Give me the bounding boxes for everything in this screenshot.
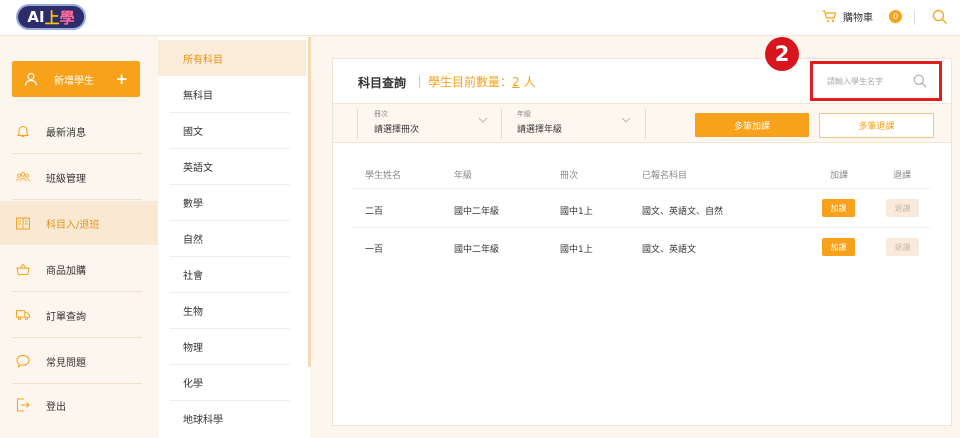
subject-item[interactable]: 英語文: [158, 148, 306, 184]
column-header-volume: 冊次: [560, 171, 579, 181]
volume-select[interactable]: 冊次 請選擇冊次: [358, 109, 498, 139]
basket-icon: [16, 262, 30, 276]
cart-label: 購物車: [843, 13, 873, 24]
sidebar-item-logout[interactable]: 登出: [0, 383, 158, 427]
add-course-button[interactable]: 加課: [822, 199, 855, 217]
column-header-name: 學生姓名: [365, 171, 402, 181]
sidebar-item-faq[interactable]: 常見問題: [0, 339, 158, 383]
volume-select-value: 請選擇冊次: [374, 125, 420, 135]
cell-volume: 國中1上: [560, 245, 593, 255]
cell-name: 二百: [365, 207, 384, 217]
plus-icon: +: [115, 70, 128, 88]
sidebar-item-label: 常見問題: [46, 357, 86, 369]
subject-item[interactable]: 化學: [158, 364, 306, 400]
sidebar-item-label: 科目入/退班: [46, 219, 100, 231]
subject-item[interactable]: 國文: [158, 112, 306, 148]
truck-icon: [16, 308, 30, 322]
subject-item[interactable]: 地球科學: [158, 400, 306, 436]
sidebar-item-label: 最新消息: [46, 127, 86, 139]
bulk-drop-button[interactable]: 多筆退課: [819, 113, 934, 138]
filter-bar: 冊次 請選擇冊次 年級 請選擇年級 多筆加課 多筆退課: [333, 103, 951, 143]
header-search-button[interactable]: [932, 9, 948, 29]
title-divider: [419, 75, 420, 88]
sidebar-item-label: 登出: [46, 401, 66, 413]
cell-grade: 國中二年級: [454, 207, 500, 217]
sidebar-item-label: 商品加購: [46, 265, 86, 277]
sidebar-divider: [12, 199, 142, 200]
sidebar-item-news[interactable]: 最新消息: [0, 109, 158, 153]
sidebar-item-shop[interactable]: 商品加購: [0, 247, 158, 291]
add-student-label: 新增學生: [54, 75, 94, 87]
subject-item[interactable]: 物理: [158, 328, 306, 364]
sidebar-divider: [12, 291, 142, 292]
top-header: AI 上學 購物車 0: [0, 0, 960, 36]
column-header-grade: 年級: [454, 171, 473, 181]
logout-icon: [16, 398, 30, 412]
table-divider: [353, 188, 931, 189]
cell-subjects: 國文、英語文、自然: [642, 207, 724, 217]
table-divider: [353, 227, 931, 228]
book-icon: [16, 216, 30, 230]
header-divider: [914, 11, 915, 25]
sidebar-item-label: 訂單查詢: [46, 311, 86, 323]
sidebar: 新增學生 + 最新消息 班級管理 科目入/退班 商品加購 訂單查詢 常見問題 登…: [0, 37, 158, 438]
chevron-down-icon: [621, 117, 631, 123]
grade-select[interactable]: 年級 請選擇年級: [501, 109, 641, 139]
subject-item[interactable]: 生物: [158, 292, 306, 328]
sidebar-divider: [12, 337, 142, 338]
search-placeholder: 請輸入學生名字: [827, 76, 883, 86]
student-count: 學生目前數量：2 人: [428, 75, 536, 89]
drop-course-button[interactable]: 退課: [886, 199, 919, 217]
chat-icon: [16, 354, 30, 368]
student-count-value: 2: [512, 75, 520, 89]
search-icon: [932, 9, 947, 24]
grade-select-value: 請選擇年級: [517, 125, 563, 135]
column-header-drop: 退課: [893, 171, 912, 181]
search-icon: [913, 74, 927, 88]
sidebar-item-subjects[interactable]: 科目入/退班: [0, 201, 158, 245]
subject-item[interactable]: 社會: [158, 256, 306, 292]
cart-count-badge: 0: [889, 10, 902, 23]
add-student-button[interactable]: 新增學生 +: [12, 61, 140, 97]
student-search-input[interactable]: 請輸入學生名字: [810, 61, 942, 101]
cell-name: 一百: [365, 245, 384, 255]
subject-item[interactable]: 數學: [158, 184, 306, 220]
filter-divider: [645, 109, 646, 139]
sidebar-divider: [12, 153, 142, 154]
bell-icon: [16, 124, 30, 138]
page-title: 科目查詢: [358, 76, 407, 90]
subject-item-all[interactable]: 所有科目: [158, 40, 306, 76]
step-marker-badge: 2: [765, 37, 799, 71]
cell-volume: 國中1上: [560, 207, 593, 217]
subject-list: 所有科目 無科目 國文 英語文 數學 自然 社會 生物 物理 化學 地球科學: [158, 37, 310, 438]
people-icon: [16, 170, 30, 184]
add-course-button[interactable]: 加課: [822, 238, 855, 256]
subject-item[interactable]: 無科目: [158, 76, 306, 112]
subject-query-card: 科目查詢 學生目前數量：2 人 2 請輸入學生名字 冊次 請選擇冊次 年級 請選…: [332, 37, 952, 426]
cart-icon: [822, 10, 837, 23]
cell-subjects: 國文、英語文: [642, 245, 697, 255]
sidebar-item-class[interactable]: 班級管理: [0, 155, 158, 199]
subject-list-scrollbar[interactable]: [308, 37, 311, 367]
user-icon: [24, 72, 38, 86]
app-logo[interactable]: AI 上學: [16, 4, 86, 30]
sidebar-item-label: 班級管理: [46, 173, 86, 185]
chevron-down-icon: [478, 117, 488, 123]
cart-button[interactable]: 購物車 0: [822, 9, 902, 24]
sidebar-item-orders[interactable]: 訂單查詢: [0, 293, 158, 337]
column-header-add: 加課: [830, 171, 849, 181]
drop-course-button[interactable]: 退課: [886, 238, 919, 256]
column-header-subjects: 已報名科目: [642, 171, 688, 181]
subject-item[interactable]: 自然: [158, 220, 306, 256]
cell-grade: 國中二年級: [454, 245, 500, 255]
bulk-add-button[interactable]: 多筆加課: [695, 113, 809, 137]
